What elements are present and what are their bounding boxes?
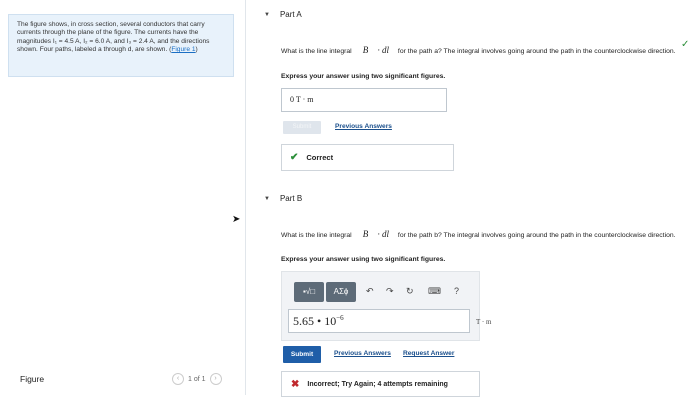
undo-icon[interactable]: ↶	[366, 286, 374, 297]
part-b-title: Part B	[279, 194, 303, 203]
part-a-question-pre: What is the line integral	[281, 48, 354, 55]
part-b-question-pre: What is the line integral	[281, 232, 354, 239]
part-b-submit-button[interactable]: Submit	[283, 346, 321, 363]
part-a-feedback: ✔ Correct	[281, 144, 454, 171]
part-a-integral: ∮ B⃗ · dl⃗	[353, 45, 397, 55]
part-b-integral: ∮ B⃗ · dl⃗	[353, 229, 397, 239]
part-b-question: What is the line integral ∮ B⃗ · dl⃗ for…	[281, 230, 681, 241]
check-icon: ✔	[290, 152, 299, 163]
answer-exponent: −6	[336, 314, 344, 322]
templates-button[interactable]: ▪√□	[294, 282, 324, 302]
collapse-triangle-icon[interactable]: ▼	[264, 196, 270, 202]
figure-label: Figure	[20, 374, 45, 384]
pager-text: 1 of 1	[188, 375, 206, 383]
part-b-previous-answers-link[interactable]: Previous Answers	[334, 350, 391, 357]
figure-bar: Figure ‹ 1 of 1 ›	[0, 366, 246, 395]
part-a-answer-field: 0 T · m	[281, 88, 447, 112]
help-button[interactable]: ?	[454, 286, 459, 296]
problem-statement: The figure shows, in cross section, seve…	[8, 14, 234, 77]
problem-end: )	[195, 46, 198, 54]
current-i2: I₂ = 6.0 A	[83, 37, 111, 45]
reset-icon[interactable]: ↻	[406, 286, 414, 297]
part-b-units: T · m	[476, 318, 492, 326]
part-b-header[interactable]: ▼ Part B	[264, 194, 302, 203]
part-a-submit-button: Submit	[283, 121, 321, 134]
part-a-previous-answers-link[interactable]: Previous Answers	[335, 123, 392, 130]
figure-pager: ‹ 1 of 1 ›	[172, 373, 222, 385]
part-b-question-post: for the path b? The integral involves go…	[396, 232, 676, 239]
chevron-right-icon[interactable]: ›	[209, 373, 222, 385]
collapse-triangle-icon[interactable]: ▼	[264, 12, 270, 18]
part-a-question-post: for the path a? The integral involves go…	[396, 48, 676, 55]
answer-mantissa: 5.65 • 10	[293, 314, 337, 328]
part-b-answer-input[interactable]: 5.65 • 10−6	[288, 309, 470, 333]
part-b-instruction: Express your answer using two significan…	[281, 256, 446, 263]
error-x-icon: ✖	[291, 378, 300, 390]
part-a-title: Part A	[279, 10, 302, 19]
mouse-pointer-icon: ➤	[232, 214, 241, 225]
figure-link[interactable]: Figure 1	[171, 46, 195, 53]
part-a-question: What is the line integral ∮ B⃗ · dl⃗ for…	[281, 46, 681, 57]
keyboard-icon[interactable]: ⌨	[428, 286, 441, 297]
chevron-left-icon[interactable]: ‹	[172, 373, 184, 385]
redo-icon[interactable]: ↷	[386, 286, 394, 297]
current-i3: I₃ = 2.4 A	[126, 37, 154, 45]
part-a-header[interactable]: ▼ Part A	[264, 10, 302, 19]
part-b-feedback: ✖ Incorrect; Try Again; 4 attempts remai…	[281, 371, 480, 397]
part-a-check-icon: ✓	[681, 39, 690, 50]
current-i1: I₁ = 4.5 A	[52, 37, 80, 45]
part-a-feedback-text: Correct	[306, 153, 334, 162]
part-b-feedback-text: Incorrect; Try Again; 4 attempts remaini…	[307, 380, 448, 388]
left-panel: The figure shows, in cross section, seve…	[0, 0, 246, 395]
symbols-button[interactable]: AΣϕ	[326, 282, 356, 302]
part-a-instruction: Express your answer using two significan…	[281, 73, 446, 80]
part-b-request-answer-link[interactable]: Request Answer	[403, 350, 454, 357]
